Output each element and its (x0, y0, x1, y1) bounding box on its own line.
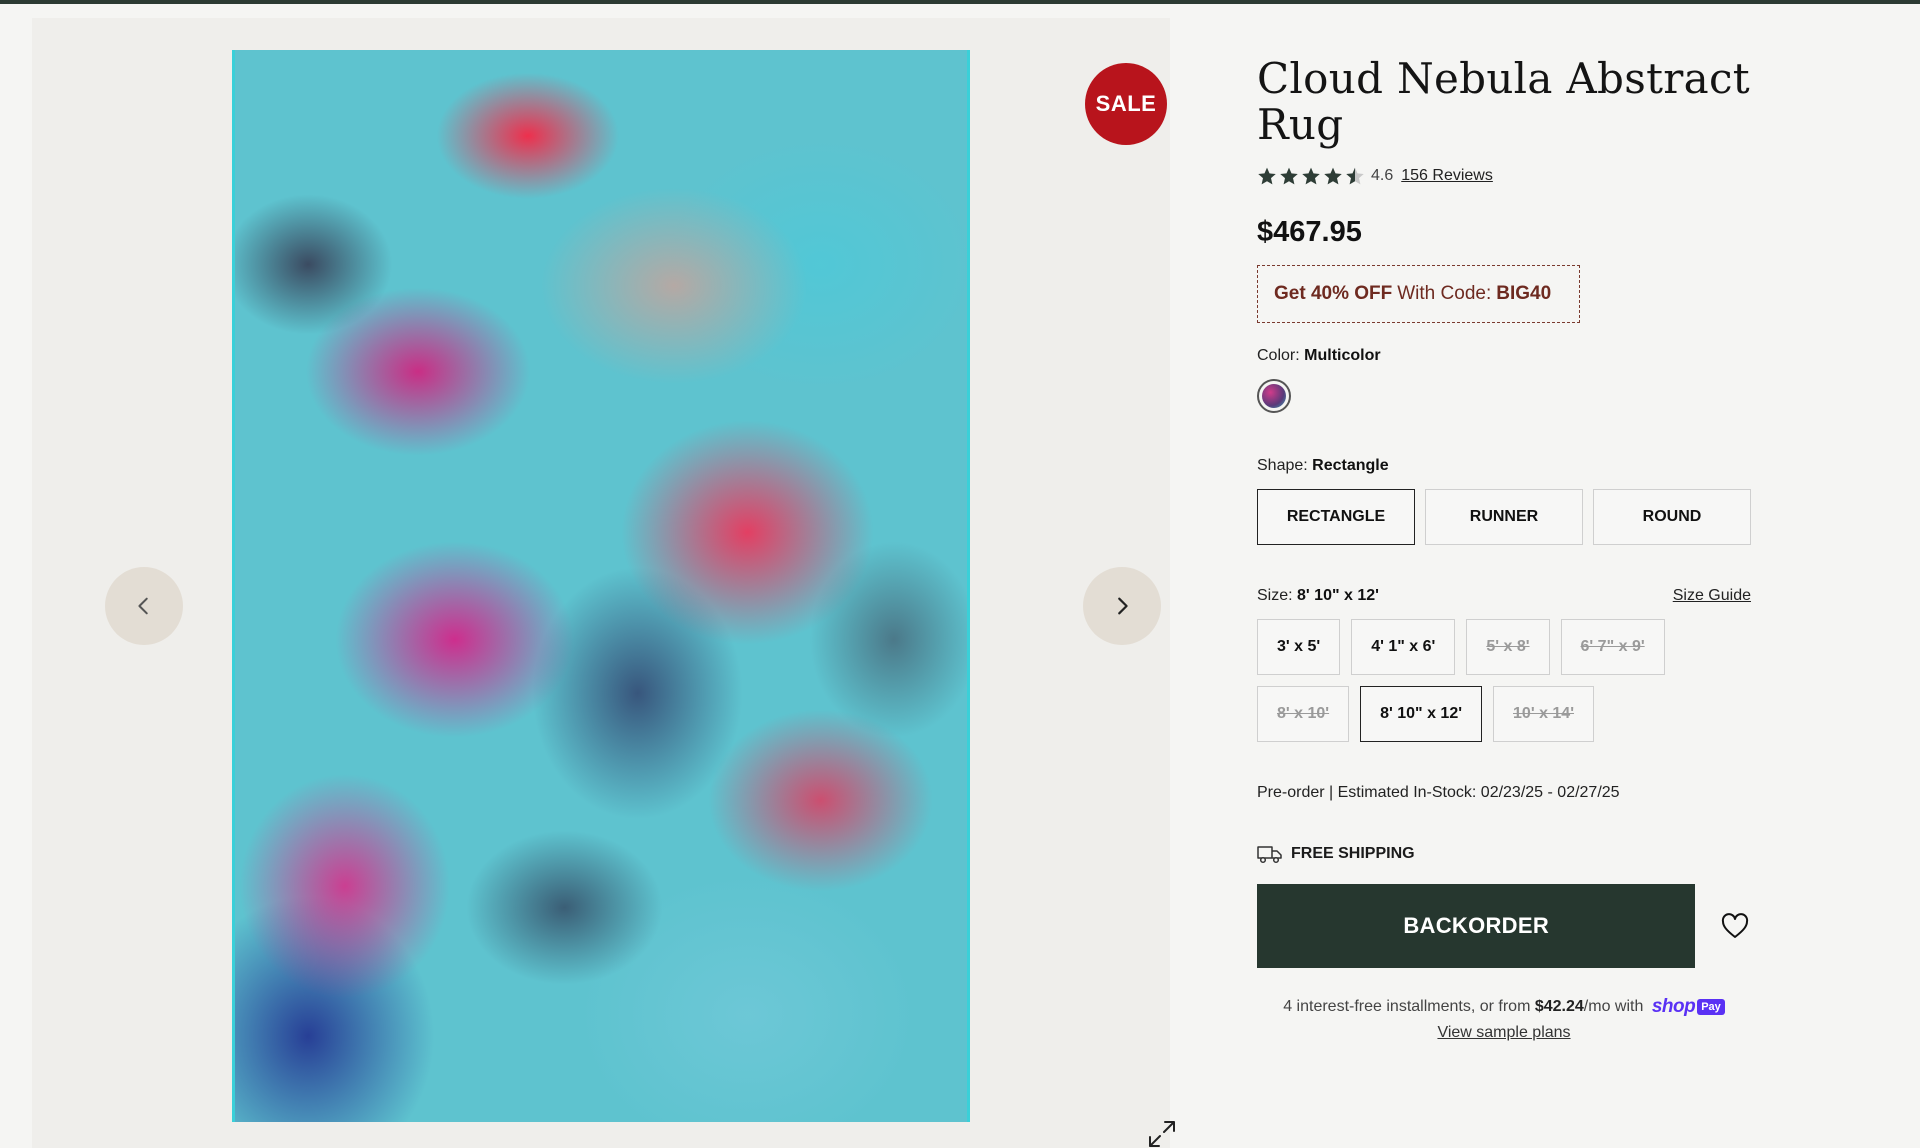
availability-text: Pre-order | Estimated In-Stock: 02/23/25… (1257, 784, 1620, 801)
shape-options: RECTANGLE RUNNER ROUND (1257, 489, 1751, 545)
rating-row: 4.6 156 Reviews (1257, 164, 1751, 188)
product-image[interactable] (232, 50, 970, 1122)
installments-suffix: /mo with (1583, 998, 1644, 1016)
chevron-right-icon (1118, 597, 1128, 615)
promo-text: With Code: (1397, 283, 1492, 304)
next-image-button[interactable] (1083, 567, 1161, 645)
size-option[interactable]: 5' x 8' (1466, 619, 1550, 675)
product-gallery: SALE (32, 18, 1175, 1148)
promo-code-banner: Get 40% OFF With Code: BIG40 (1257, 265, 1580, 323)
shape-option-runner[interactable]: RUNNER (1425, 489, 1583, 545)
size-option[interactable]: 4' 1" x 6' (1351, 619, 1456, 675)
product-info: Cloud Nebula Abstract Rug 4.6 156 Review… (1257, 56, 1751, 1042)
product-title: Cloud Nebula Abstract Rug (1257, 54, 1750, 149)
shop-pay-logo: shop Pay (1652, 996, 1725, 1018)
half-star-icon (1346, 167, 1364, 185)
installments-info: 4 interest-free installments, or from $4… (1257, 996, 1751, 1042)
star-icon (1280, 167, 1298, 185)
expand-image-button[interactable] (1144, 1116, 1180, 1148)
promo-code: BIG40 (1496, 283, 1552, 304)
size-option[interactable]: 6' 7" x 9' (1560, 619, 1665, 675)
shape-label: Shape: Rectangle (1257, 457, 1751, 475)
sale-badge: SALE (1085, 63, 1167, 145)
chevron-left-icon (138, 597, 148, 615)
installments-prefix: 4 interest-free installments, or from (1283, 998, 1531, 1016)
size-label-text: Size: (1257, 587, 1293, 604)
backorder-button[interactable]: BACKORDER (1257, 884, 1696, 968)
star-icon (1324, 167, 1342, 185)
heart-icon (1722, 913, 1749, 938)
truck-icon (1257, 846, 1282, 864)
shop-pay-badge: Pay (1697, 999, 1725, 1015)
expand-icon (1149, 1121, 1175, 1147)
product-price: $467.95 (1257, 216, 1362, 248)
color-value: Multicolor (1304, 347, 1381, 364)
previous-image-button[interactable] (105, 567, 183, 645)
promo-discount: Get 40% OFF (1274, 283, 1393, 304)
cta-row: BACKORDER (1257, 884, 1751, 968)
shape-value: Rectangle (1312, 457, 1389, 474)
size-value: 8' 10" x 12' (1297, 587, 1379, 604)
rating-value: 4.6 (1371, 167, 1394, 184)
shape-option-rectangle[interactable]: RECTANGLE (1257, 489, 1415, 545)
free-shipping: FREE SHIPPING (1257, 844, 1751, 864)
shop-pay-word: shop (1651, 996, 1696, 1017)
size-guide-link[interactable]: Size Guide (1673, 587, 1751, 605)
size-option[interactable]: 8' x 10' (1257, 686, 1350, 742)
color-label-text: Color: (1257, 347, 1300, 364)
wishlist-button[interactable] (1719, 910, 1751, 942)
color-label: Color: Multicolor (1257, 347, 1751, 365)
view-sample-plans-link[interactable]: View sample plans (1437, 1024, 1570, 1042)
size-label: Size: 8' 10" x 12' (1257, 587, 1379, 605)
star-icon (1258, 167, 1276, 185)
size-option[interactable]: 3' x 5' (1257, 619, 1341, 675)
size-option[interactable]: 8' 10" x 12' (1360, 686, 1483, 742)
shape-option-round[interactable]: ROUND (1593, 489, 1751, 545)
color-swatch-multicolor[interactable] (1257, 379, 1291, 413)
star-rating (1257, 166, 1365, 186)
size-header: Size: 8' 10" x 12' Size Guide (1257, 587, 1751, 605)
size-options: 3' x 5' 4' 1" x 6' 5' x 8' 6' 7" x 9' 8'… (1257, 619, 1751, 742)
reviews-link[interactable]: 156 Reviews (1401, 167, 1493, 185)
top-rule (0, 0, 1920, 4)
star-icon (1302, 167, 1320, 185)
size-option[interactable]: 10' x 14' (1493, 686, 1595, 742)
shape-label-text: Shape: (1257, 457, 1308, 474)
swatch-fill (1262, 384, 1286, 408)
free-shipping-label: FREE SHIPPING (1291, 845, 1415, 862)
installments-amount: $42.24 (1534, 998, 1584, 1016)
